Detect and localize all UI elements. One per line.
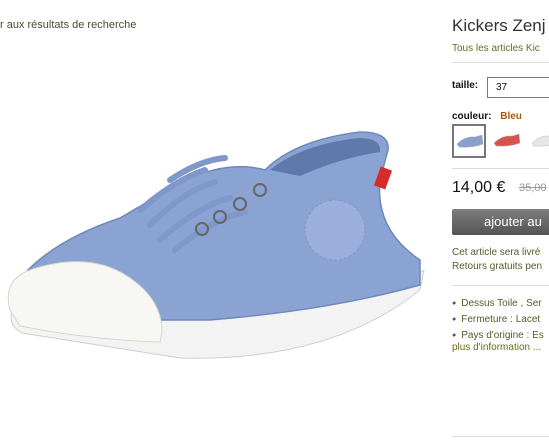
shoe-side-patch — [304, 199, 366, 261]
back-to-results-label: r aux résultats de recherche — [0, 19, 137, 31]
divider — [452, 285, 549, 286]
shipping-info: Cet article sera livré Retours gratuits … — [452, 246, 542, 274]
feature-list: Dessus Toile , Ser Fermeture : Lacet Pay… — [452, 296, 544, 344]
swatch-white[interactable] — [528, 124, 549, 158]
list-item: Fermeture : Lacet — [452, 312, 544, 328]
returns-line: Retours gratuits pen — [452, 261, 543, 272]
color-value: Bleu — [500, 111, 522, 122]
divider — [452, 62, 549, 63]
color-label: couleur: — [452, 111, 492, 122]
add-to-cart-button[interactable]: ajouter au — [452, 209, 549, 235]
size-label: taille: — [452, 80, 479, 91]
swatch-blue[interactable] — [452, 124, 486, 158]
back-to-results-link[interactable]: r aux résultats de recherche — [0, 19, 136, 31]
size-select[interactable]: 37 — [487, 77, 549, 98]
list-item: Dessus Toile , Ser — [452, 296, 544, 312]
divider — [452, 436, 549, 437]
product-image[interactable] — [0, 120, 432, 370]
shipping-line: Cet article sera livré — [452, 247, 541, 258]
more-info-link[interactable]: plus d'information ... — [452, 342, 541, 353]
color-row: couleur: Bleu — [452, 111, 522, 122]
brand-link[interactable]: Tous les articles Kic — [452, 43, 540, 54]
price: 14,00 € — [452, 179, 506, 196]
divider — [452, 168, 549, 169]
old-price: 35,00 — [519, 182, 547, 194]
size-value: 37 — [496, 82, 508, 93]
product-title: Kickers Zenj — [452, 16, 546, 35]
swatch-red[interactable] — [490, 124, 524, 158]
